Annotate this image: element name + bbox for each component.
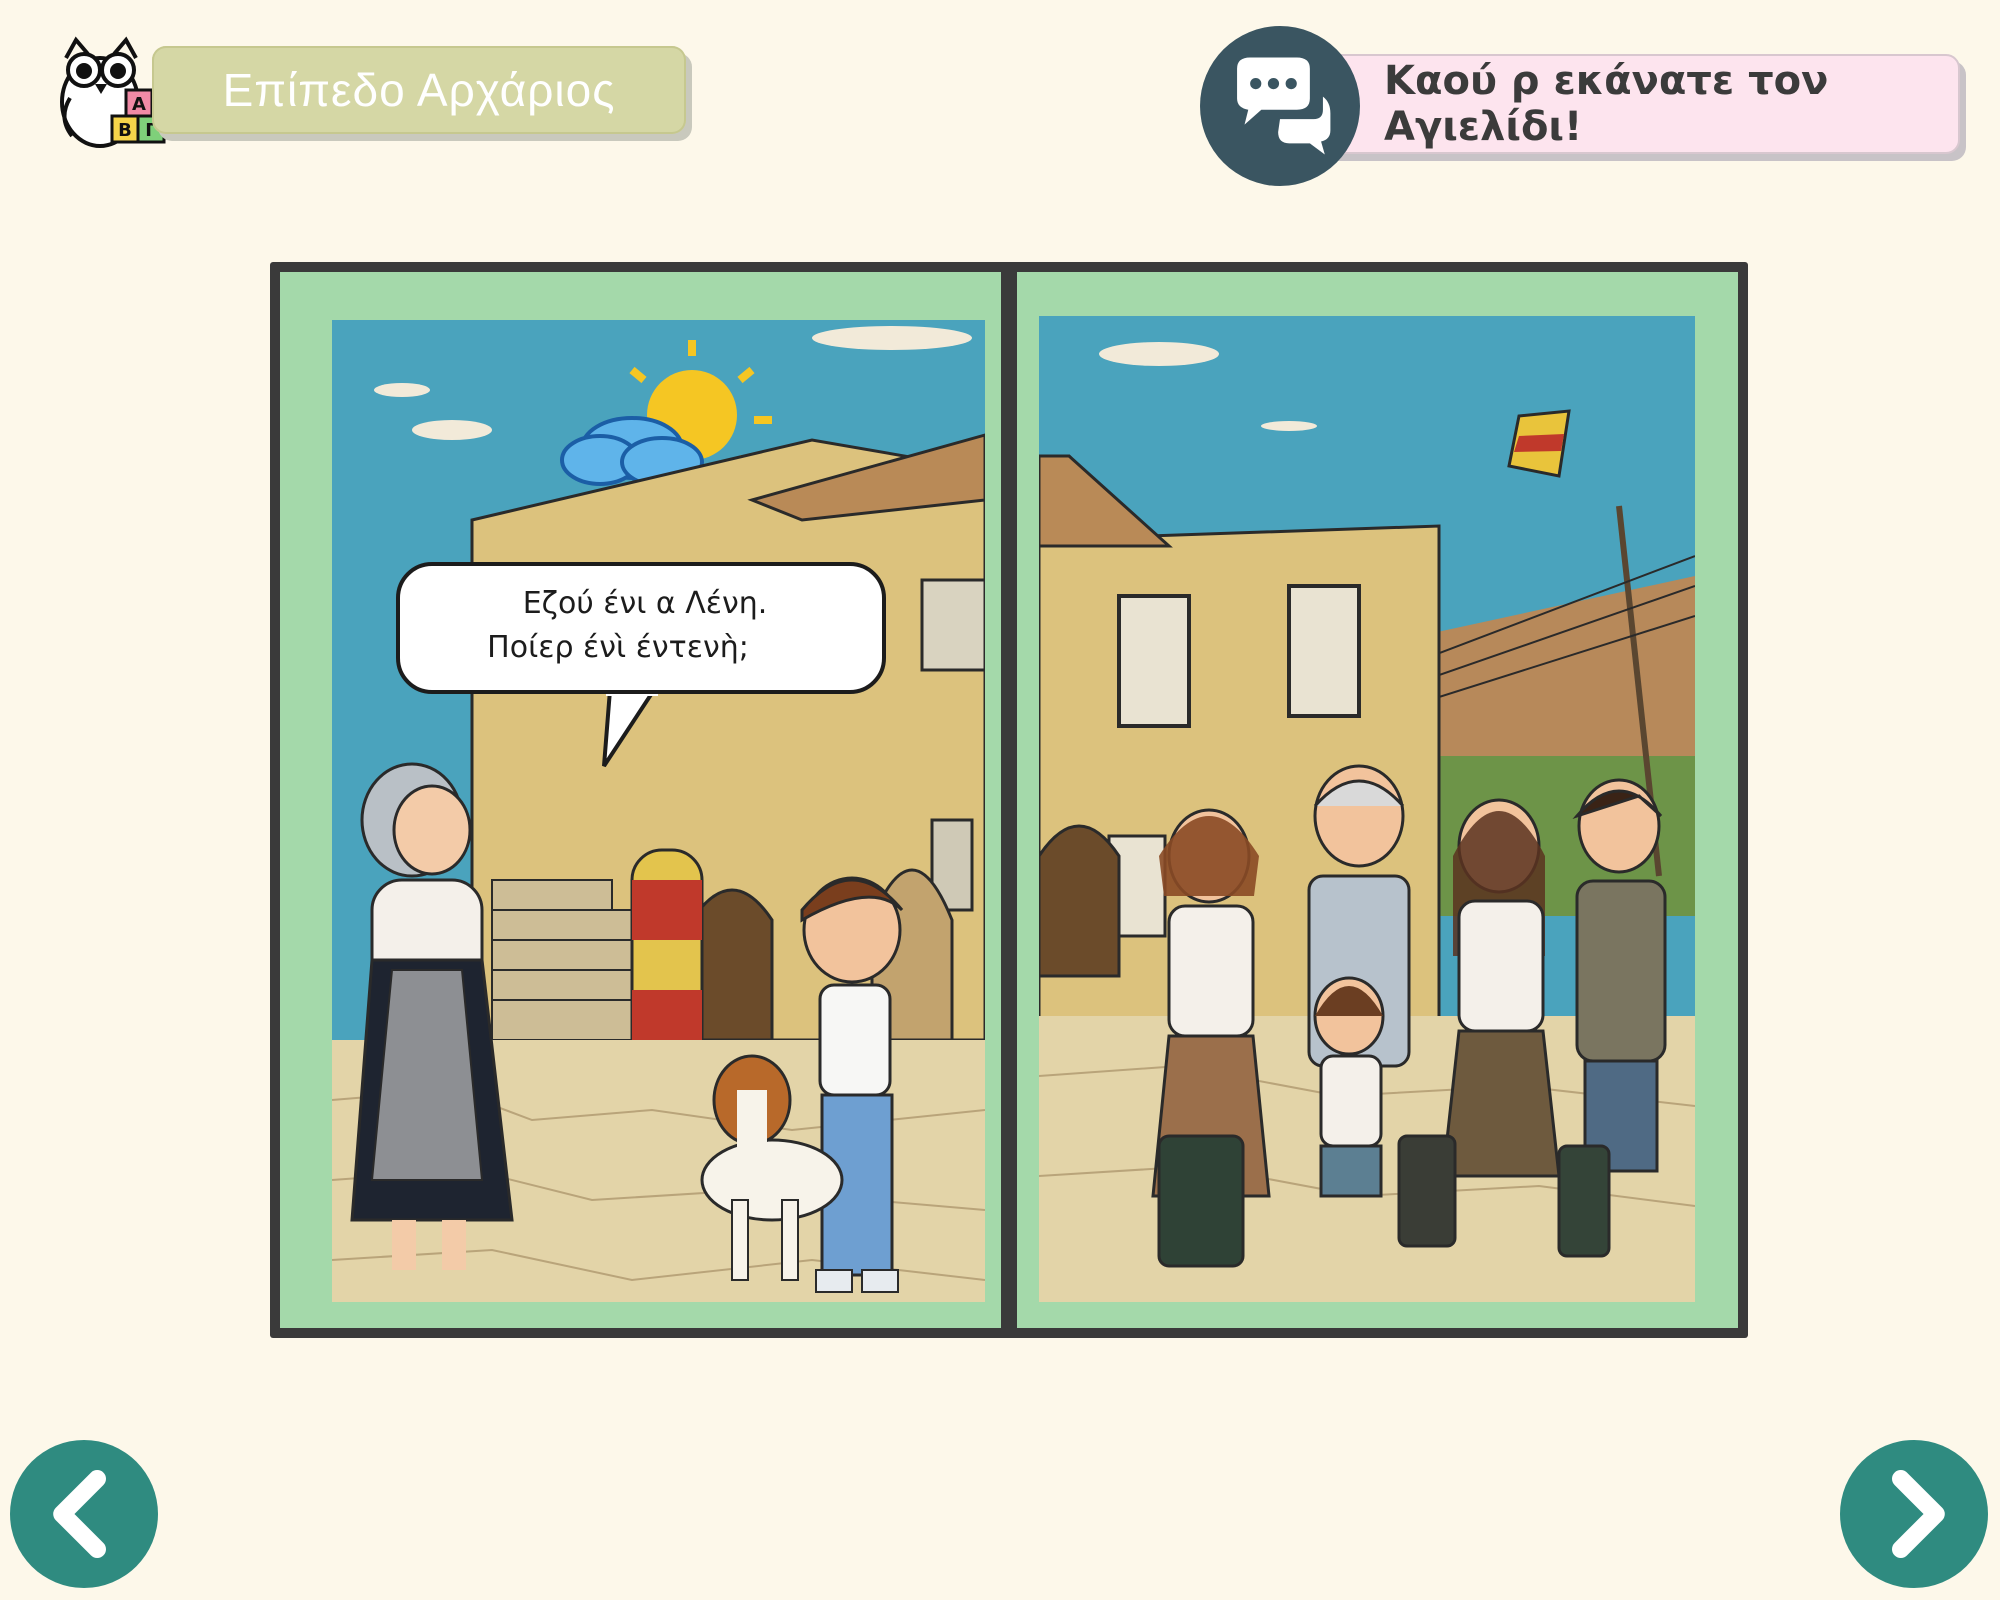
lesson-title: Καού ρ εκάνατε τον Αγιελίδι!: [1384, 58, 1829, 150]
story-page-right: [1017, 272, 1738, 1328]
owl-block-alpha: Α: [132, 94, 146, 115]
owl-block-beta: Β: [118, 120, 132, 141]
chevron-left-icon: [53, 1470, 106, 1558]
previous-page-button[interactable]: [10, 1440, 158, 1588]
level-label: Επίπεδο Αρχάριος: [222, 64, 616, 116]
speech-line-1: Εζού ένι α Λένη.: [522, 586, 768, 621]
level-badge: Επίπεδο Αρχάριος: [152, 46, 686, 134]
storybook-spread: [270, 262, 1748, 1338]
speech-line-2: Ποίερ ένὶ έντενὴ;: [487, 630, 749, 665]
speech-bubbles-icon: [1200, 26, 1360, 186]
speech-bubble-tail: [602, 690, 658, 768]
lesson-title-banner: Καού ρ εκάνατε τον Αγιελίδι!: [1300, 54, 1960, 154]
next-page-button[interactable]: [1840, 1440, 1988, 1588]
family-arrival-illustration: [1039, 316, 1695, 1302]
speech-bubble: Εζού ένι α Λένη. Ποίερ ένὶ έντενὴ;: [396, 562, 886, 694]
village-scene-illustration: [332, 320, 985, 1302]
chevron-right-icon: [1892, 1470, 1945, 1558]
story-page-left: [280, 272, 1001, 1328]
